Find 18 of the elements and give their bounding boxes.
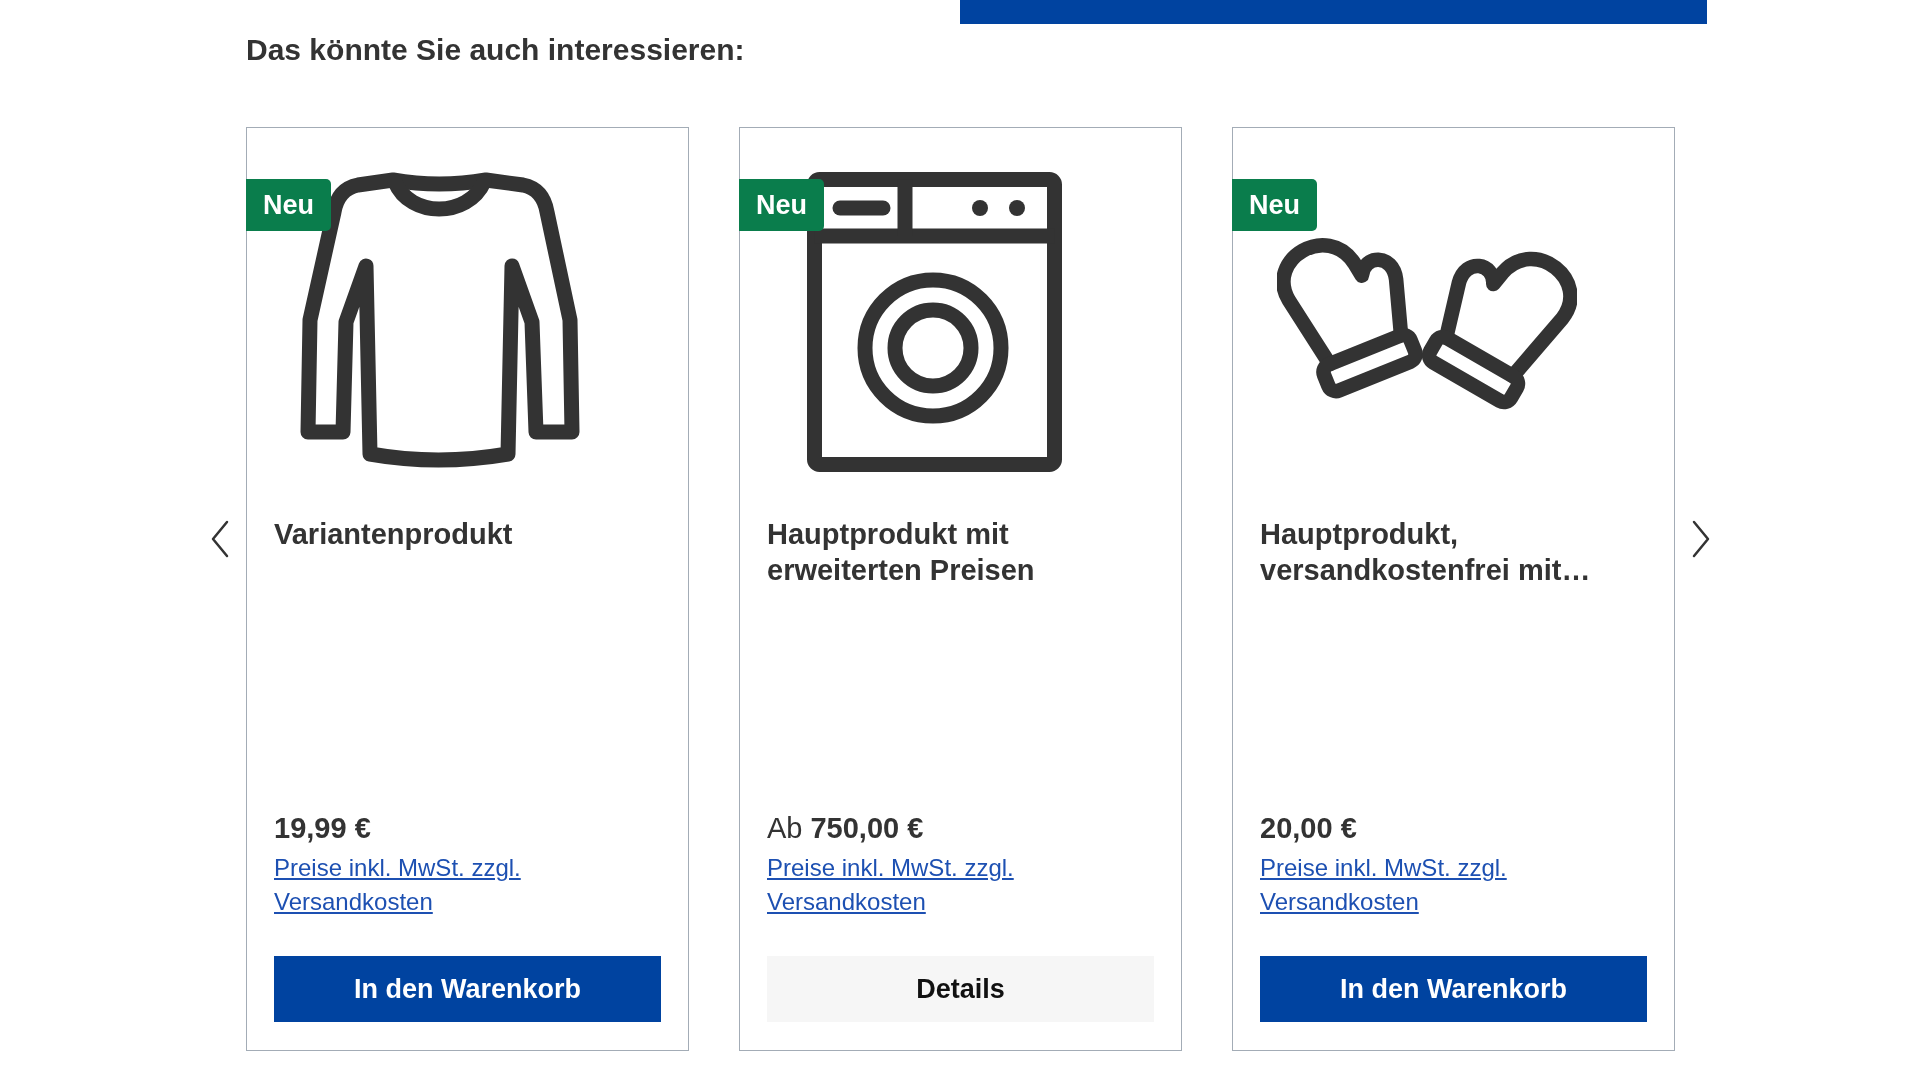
product-badge: Neu	[739, 179, 824, 231]
product-title: Hauptprodukt, versandkostenfrei mit…	[1260, 517, 1592, 588]
section-heading: Das könnte Sie auch interessieren:	[246, 32, 745, 68]
product-badge: Neu	[246, 179, 331, 231]
price-info-link[interactable]: Preise inkl. MwSt. zzgl. Versandkosten	[274, 851, 536, 919]
price-info-link[interactable]: Preise inkl. MwSt. zzgl. Versandkosten	[1260, 851, 1522, 919]
product-price: 19,99 €	[274, 811, 371, 846]
chevron-right-icon[interactable]	[1691, 520, 1711, 558]
product-price: Ab 750,00 €	[767, 811, 924, 846]
details-button[interactable]: Details	[767, 956, 1154, 1022]
product-title: Hauptprodukt mit erweiterten Preisen	[767, 517, 1036, 588]
product-price: 20,00 €	[1260, 811, 1357, 846]
product-badge: Neu	[1232, 179, 1317, 231]
add-to-cart-button[interactable]: In den Warenkorb	[274, 956, 661, 1022]
product-title: Variantenprodukt	[274, 517, 514, 552]
chevron-left-icon[interactable]	[210, 520, 230, 558]
add-to-cart-button[interactable]: In den Warenkorb	[1260, 956, 1647, 1022]
price-info-link[interactable]: Preise inkl. MwSt. zzgl. Versandkosten	[767, 851, 1029, 919]
